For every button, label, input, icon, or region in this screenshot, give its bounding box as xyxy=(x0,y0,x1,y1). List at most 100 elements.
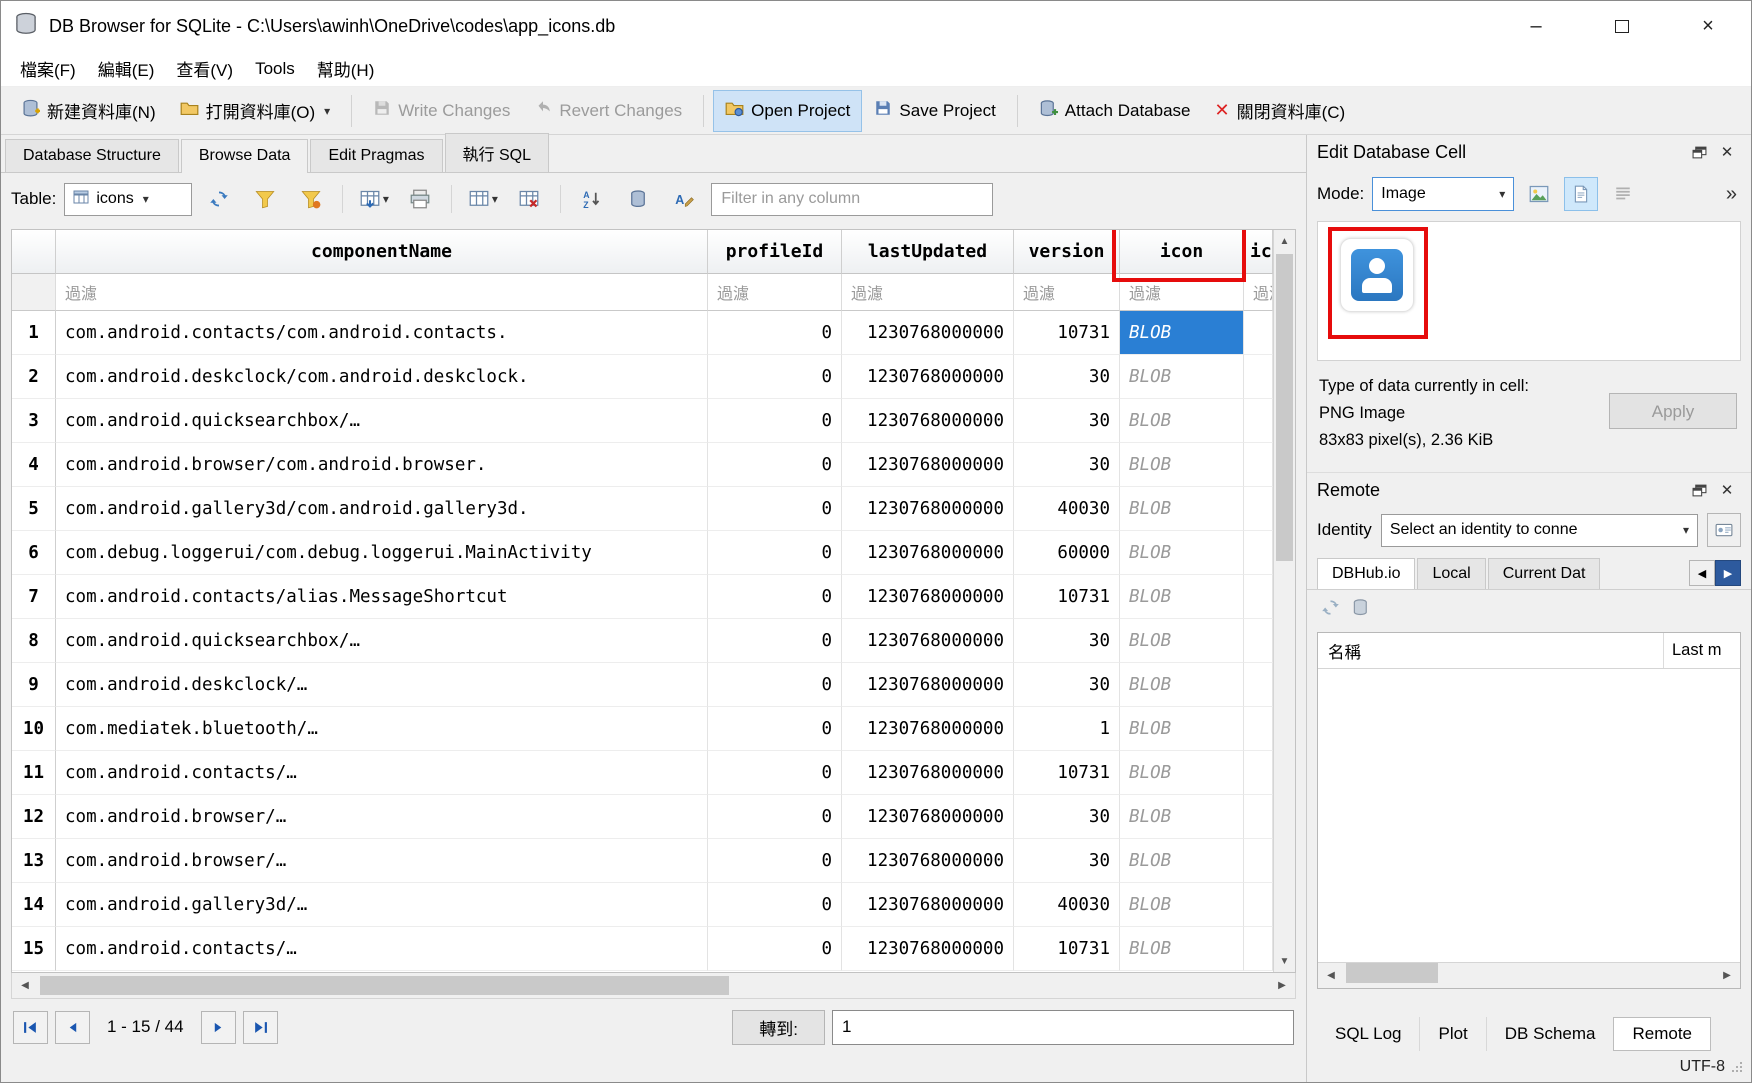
cell-componentname[interactable]: com.android.quicksearchbox/… xyxy=(56,399,708,443)
row-number[interactable]: 5 xyxy=(12,487,56,531)
remote-tab-dbhub[interactable]: DBHub.io xyxy=(1317,558,1415,589)
tab-edit-pragmas[interactable]: Edit Pragmas xyxy=(310,139,442,172)
cell-profileid[interactable]: 0 xyxy=(708,927,842,971)
cell-version[interactable]: 10731 xyxy=(1014,751,1120,795)
dock-tab-sql-log[interactable]: SQL Log xyxy=(1317,1017,1419,1051)
cell-lastupdated[interactable]: 1230768000000 xyxy=(842,575,1014,619)
column-header-version[interactable]: version xyxy=(1014,230,1120,274)
minimize-button[interactable]: – xyxy=(1493,1,1579,51)
cell-version[interactable]: 30 xyxy=(1014,355,1120,399)
cell-componentname[interactable]: com.mediatek.bluetooth/… xyxy=(56,707,708,751)
column-filter-input[interactable]: 過濾 xyxy=(842,274,1014,311)
scroll-left-icon[interactable]: ◀ xyxy=(1318,970,1344,981)
column-header-profileid[interactable]: profileId xyxy=(708,230,842,274)
row-number[interactable]: 9 xyxy=(12,663,56,707)
previous-page-button[interactable] xyxy=(55,1011,90,1044)
save-filters-button[interactable] xyxy=(292,181,330,217)
cell-componentname[interactable]: com.android.browser/… xyxy=(56,839,708,883)
cell-version[interactable]: 10731 xyxy=(1014,575,1120,619)
maximize-button[interactable] xyxy=(1579,1,1665,51)
column-header-lastupdated[interactable]: lastUpdated xyxy=(842,230,1014,274)
horizontal-scroll-thumb[interactable] xyxy=(1346,963,1438,983)
menu-help[interactable]: 幫助(H) xyxy=(306,51,386,86)
cell-overflow[interactable] xyxy=(1244,795,1273,839)
open-project-button[interactable]: Open Project xyxy=(713,90,862,132)
menu-file[interactable]: 檔案(F) xyxy=(9,51,87,86)
remote-column-name[interactable]: 名稱 xyxy=(1318,633,1664,668)
column-header-componentname[interactable]: componentName xyxy=(56,230,708,274)
row-number[interactable]: 1 xyxy=(12,311,56,355)
identity-select[interactable]: Select an identity to conne ▾ xyxy=(1381,514,1698,547)
cell-overflow[interactable] xyxy=(1244,663,1273,707)
remote-tab-current-database[interactable]: Current Dat xyxy=(1488,558,1601,589)
scroll-down-icon[interactable]: ▼ xyxy=(1274,950,1295,972)
mode-select[interactable]: Image ▾ xyxy=(1372,177,1514,211)
cell-componentname[interactable]: com.android.gallery3d/com.android.galler… xyxy=(56,487,708,531)
close-button[interactable]: × xyxy=(1665,1,1751,51)
table-select[interactable]: icons ▾ xyxy=(64,183,192,216)
cell-icon-blob[interactable]: BLOB xyxy=(1120,311,1244,355)
cell-componentname[interactable]: com.debug.loggerui/com.debug.loggerui.Ma… xyxy=(56,531,708,575)
cell-overflow[interactable] xyxy=(1244,619,1273,663)
cell-icon-blob[interactable]: BLOB xyxy=(1120,883,1244,927)
cell-overflow[interactable] xyxy=(1244,575,1273,619)
cell-profileid[interactable]: 0 xyxy=(708,619,842,663)
scroll-left-icon[interactable]: ◀ xyxy=(12,980,38,991)
cell-icon-blob[interactable]: BLOB xyxy=(1120,575,1244,619)
cell-icon-blob[interactable]: BLOB xyxy=(1120,443,1244,487)
cell-overflow[interactable] xyxy=(1244,707,1273,751)
float-panel-button[interactable] xyxy=(1685,477,1713,503)
column-filter-input[interactable]: 過濾 xyxy=(1014,274,1120,311)
cell-icon-blob[interactable]: BLOB xyxy=(1120,927,1244,971)
cell-version[interactable]: 10731 xyxy=(1014,927,1120,971)
cell-icon-blob[interactable]: BLOB xyxy=(1120,619,1244,663)
cell-icon-blob[interactable]: BLOB xyxy=(1120,399,1244,443)
menu-edit[interactable]: 編輯(E) xyxy=(87,51,166,86)
column-header-partial[interactable]: ic xyxy=(1244,230,1273,274)
menu-tools[interactable]: Tools xyxy=(244,54,306,84)
cell-lastupdated[interactable]: 1230768000000 xyxy=(842,443,1014,487)
cell-componentname[interactable]: com.android.browser/com.android.browser. xyxy=(56,443,708,487)
row-number[interactable]: 15 xyxy=(12,927,56,971)
refresh-button[interactable] xyxy=(200,181,238,217)
sort-asc-button[interactable]: AZ xyxy=(573,181,611,217)
close-panel-button[interactable]: ✕ xyxy=(1713,139,1741,165)
row-number[interactable]: 7 xyxy=(12,575,56,619)
cell-componentname[interactable]: com.android.deskclock/… xyxy=(56,663,708,707)
cell-overflow[interactable] xyxy=(1244,311,1273,355)
float-panel-button[interactable] xyxy=(1685,139,1713,165)
row-number[interactable]: 11 xyxy=(12,751,56,795)
new-record-button[interactable]: ▾ xyxy=(355,181,393,217)
close-panel-button[interactable]: ✕ xyxy=(1713,477,1741,503)
goto-record-button[interactable]: 轉到: xyxy=(732,1010,825,1045)
cell-icon-blob[interactable]: BLOB xyxy=(1120,487,1244,531)
cell-profileid[interactable]: 0 xyxy=(708,399,842,443)
column-filter-input[interactable]: 過濾 xyxy=(1244,274,1273,311)
toolbar-overflow-button[interactable]: » xyxy=(1726,183,1741,206)
cell-componentname[interactable]: com.android.contacts/com.android.contact… xyxy=(56,311,708,355)
cell-icon-blob[interactable]: BLOB xyxy=(1120,355,1244,399)
column-filter-input[interactable]: 過濾 xyxy=(56,274,708,311)
tab-browse-data[interactable]: Browse Data xyxy=(181,139,309,173)
cell-profileid[interactable]: 0 xyxy=(708,355,842,399)
remote-horizontal-scrollbar[interactable]: ◀ ▶ xyxy=(1318,962,1740,988)
cell-version[interactable]: 30 xyxy=(1014,399,1120,443)
cell-lastupdated[interactable]: 1230768000000 xyxy=(842,311,1014,355)
column-filter-input[interactable]: 過濾 xyxy=(1120,274,1244,311)
cell-lastupdated[interactable]: 1230768000000 xyxy=(842,751,1014,795)
cell-componentname[interactable]: com.android.browser/… xyxy=(56,795,708,839)
cell-overflow[interactable] xyxy=(1244,531,1273,575)
scroll-up-icon[interactable]: ▲ xyxy=(1274,230,1295,252)
scroll-right-icon[interactable]: ▶ xyxy=(1269,980,1295,991)
manage-identities-button[interactable] xyxy=(1707,513,1741,547)
remote-list-body[interactable] xyxy=(1318,669,1740,962)
cell-overflow[interactable] xyxy=(1244,751,1273,795)
cell-overflow[interactable] xyxy=(1244,355,1273,399)
tab-execute-sql[interactable]: 執行 SQL xyxy=(445,133,549,172)
cell-lastupdated[interactable]: 1230768000000 xyxy=(842,619,1014,663)
column-filter-input[interactable]: 過濾 xyxy=(708,274,842,311)
cell-version[interactable]: 30 xyxy=(1014,619,1120,663)
cell-lastupdated[interactable]: 1230768000000 xyxy=(842,663,1014,707)
word-wrap-button[interactable] xyxy=(1606,177,1640,211)
dock-tab-remote[interactable]: Remote xyxy=(1613,1017,1711,1051)
